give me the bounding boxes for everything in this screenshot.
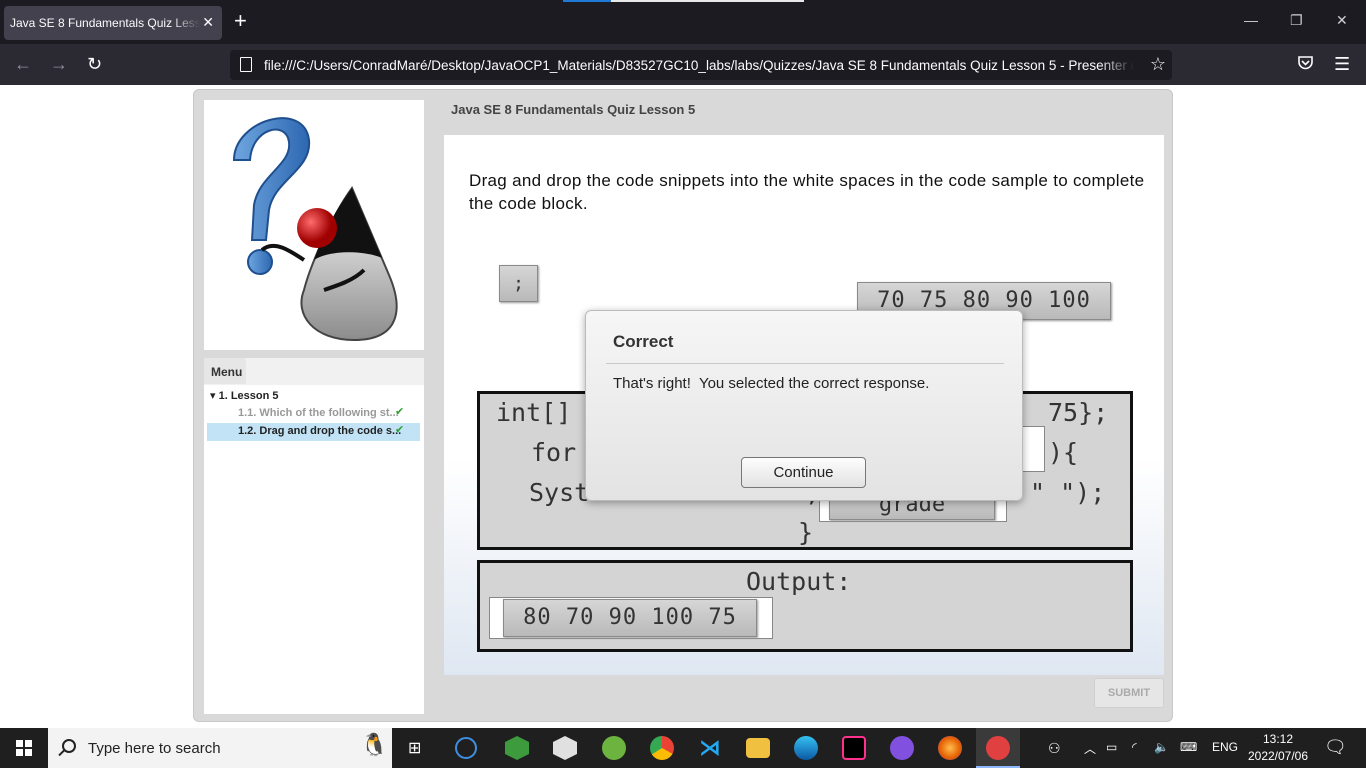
code-line-1-end: 75};: [1048, 398, 1109, 427]
battery-icon[interactable]: ▭: [1106, 740, 1117, 754]
vscode-icon[interactable]: ⋊: [698, 736, 722, 760]
nodejs-icon[interactable]: [505, 736, 529, 760]
windows-start-icon[interactable]: [16, 740, 32, 761]
address-bar[interactable]: file:///C:/Users/ConradMaré/Desktop/Java…: [230, 50, 1172, 80]
output-block: Output: 80 70 90 100 75: [477, 560, 1133, 652]
code-line-3-end: " ");: [1030, 478, 1106, 507]
feedback-dialog: Correct That's right! You selected the c…: [585, 310, 1023, 501]
taskbar-search-box[interactable]: Type here to search 🐧: [48, 728, 392, 768]
dialog-title: Correct: [613, 332, 674, 351]
submit-button[interactable]: SUBMIT: [1094, 678, 1164, 708]
language-indicator[interactable]: ENG: [1212, 740, 1238, 754]
dialog-message: That's right! You selected the correct r…: [613, 375, 930, 392]
cortana-icon[interactable]: [455, 737, 477, 759]
continue-button[interactable]: Continue: [741, 457, 866, 488]
drop-zone-for-right[interactable]: [1021, 426, 1045, 472]
browser-tab[interactable]: Java SE 8 Fundamentals Quiz Lesson 5 - P…: [4, 6, 222, 40]
sidebar-item-label: 1.2. Drag and drop the code s...: [238, 425, 402, 437]
volume-icon[interactable]: 🔈: [1154, 740, 1169, 754]
search-highlight-icon: 🐧: [360, 732, 388, 757]
sidebar-item-label: 1.1. Which of the following st...: [238, 407, 399, 419]
snippet-output-values[interactable]: 80 70 90 100 75: [503, 599, 757, 637]
tab-title: Java SE 8 Fundamentals Quiz Lesson 5 - P…: [10, 16, 200, 30]
firefox-icon[interactable]: [938, 736, 962, 760]
presenter-app-icon[interactable]: [976, 728, 1020, 768]
task-view-icon[interactable]: ⊞: [408, 738, 421, 758]
url-text: file:///C:/Users/ConradMaré/Desktop/Java…: [264, 57, 1134, 73]
clock-time: 13:12: [1262, 732, 1294, 746]
clock-date: 2022/07/06: [1247, 749, 1309, 763]
forward-icon[interactable]: →: [50, 54, 68, 74]
sidebar-menu: Menu ▾ 1. Lesson 5 1.1. Which of the fol…: [204, 358, 424, 714]
code-line-2-start: for: [531, 438, 577, 467]
windows-taskbar: Type here to search 🐧 ⊞ ⋊ ⚇ ︿ ▭ ◜ 🔈 ⌨ EN…: [0, 728, 1366, 768]
code-line-4: }: [798, 518, 814, 547]
menu-tab[interactable]: Menu: [204, 358, 246, 384]
code-line-1-start: int[]: [496, 398, 572, 427]
sidebar-item-question-2[interactable]: 1.2. Drag and drop the code s... ✔: [207, 423, 420, 441]
lesson-label: 1. Lesson 5: [218, 390, 279, 402]
code-line-3-start: Syst: [529, 478, 590, 507]
sidebar-item-question-1[interactable]: 1.1. Which of the following st... ✔: [207, 405, 420, 423]
search-icon: [62, 739, 76, 753]
duke-question-logo: [204, 100, 424, 350]
bookmark-star-icon[interactable]: ☆: [1150, 54, 1166, 75]
new-tab-icon[interactable]: +: [234, 10, 247, 32]
minimize-icon[interactable]: —: [1244, 12, 1258, 28]
browser-nav-bar: ← → ↻ file:///C:/Users/ConradMaré/Deskto…: [0, 44, 1366, 85]
show-hidden-icons[interactable]: ︿: [1084, 740, 1096, 757]
file-explorer-icon[interactable]: [746, 738, 770, 758]
chrome-icon[interactable]: [650, 736, 674, 760]
checkmark-icon: ✔: [395, 406, 405, 418]
browser-tab-bar: Java SE 8 Fundamentals Quiz Lesson 5 - P…: [0, 0, 1366, 44]
github-desktop-icon[interactable]: [890, 736, 914, 760]
back-icon[interactable]: ←: [14, 54, 32, 74]
search-placeholder: Type here to search: [88, 739, 221, 757]
notification-icon[interactable]: 🗨: [1324, 737, 1347, 758]
intellij-icon[interactable]: [842, 736, 866, 760]
dialog-divider: [606, 363, 1004, 364]
system-clock[interactable]: 13:12 2022/07/06: [1242, 731, 1314, 765]
checkmark-icon: ✔: [395, 424, 405, 436]
wifi-icon[interactable]: ◜: [1132, 740, 1137, 754]
quiz-title: Java SE 8 Fundamentals Quiz Lesson 5: [451, 102, 696, 117]
edge-icon[interactable]: [794, 736, 818, 760]
collapse-triangle-icon[interactable]: ▾: [210, 390, 216, 402]
question-instruction: Drag and drop the code snippets into the…: [469, 171, 1145, 213]
page-icon: [240, 57, 252, 72]
close-window-icon[interactable]: ✕: [1336, 12, 1348, 29]
virtualbox-icon[interactable]: [553, 736, 577, 760]
people-icon[interactable]: ⚇: [1048, 740, 1061, 757]
lesson-item[interactable]: ▾ 1. Lesson 5: [210, 389, 279, 402]
menu-list: ▾ 1. Lesson 5 1.1. Which of the followin…: [204, 385, 424, 714]
close-tab-icon[interactable]: ✕: [202, 14, 214, 31]
hamburger-menu-icon[interactable]: ☰: [1334, 54, 1350, 74]
reload-icon[interactable]: ↻: [87, 54, 102, 74]
keyboard-icon[interactable]: ⌨: [1180, 740, 1197, 754]
restore-icon[interactable]: ❐: [1290, 12, 1303, 29]
pocket-icon[interactable]: [1297, 55, 1314, 75]
snippet-semicolon[interactable]: ;: [499, 265, 538, 302]
spring-tool-icon[interactable]: [602, 736, 626, 760]
output-label: Output:: [746, 567, 852, 596]
loading-indicator: [563, 0, 804, 2]
code-line-2-end: ){: [1048, 438, 1079, 467]
